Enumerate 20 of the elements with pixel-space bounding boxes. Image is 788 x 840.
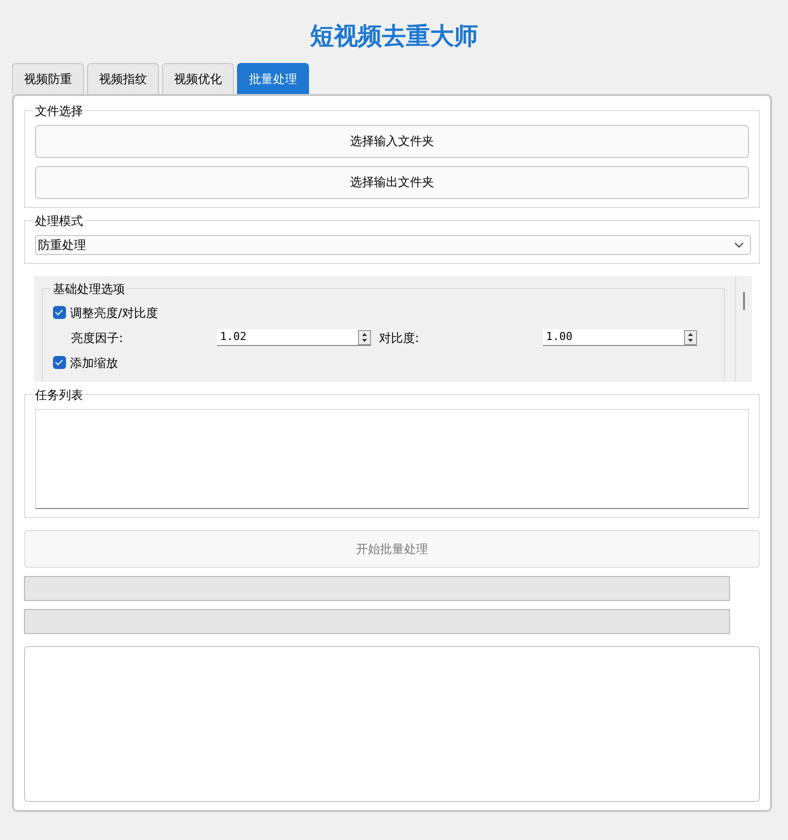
tab[interactable]: 视频优化 xyxy=(162,62,234,94)
spin-arrows-icon[interactable] xyxy=(684,330,697,345)
app-title: 短视频去重大师 xyxy=(308,21,479,52)
tab[interactable]: 视频防重 xyxy=(12,62,84,94)
scroll-thumb[interactable] xyxy=(743,292,745,310)
field-label: 亮度因子: xyxy=(70,330,124,347)
spin-box[interactable]: 1.02 xyxy=(217,329,371,346)
chevron-icon xyxy=(734,242,744,248)
tab[interactable]: 批量处理 xyxy=(237,62,309,94)
mode-dropdown[interactable]: 防重处理 xyxy=(35,234,751,255)
checkbox-label[interactable]: 添加缩放 xyxy=(70,354,118,372)
spin-arrows-icon[interactable] xyxy=(358,330,371,345)
folder-button[interactable]: 选择输出文件夹 xyxy=(35,166,749,199)
checkbox[interactable] xyxy=(53,306,66,320)
tab[interactable]: 视频指纹 xyxy=(87,62,159,94)
field-label: 对比度: xyxy=(379,330,420,347)
checkbox-label[interactable]: 调整亮度/对比度 xyxy=(70,304,158,322)
checkbox[interactable] xyxy=(53,356,66,370)
folder-button[interactable]: 选择输入文件夹 xyxy=(35,124,749,158)
spin-box[interactable]: 1.00 xyxy=(543,329,697,346)
